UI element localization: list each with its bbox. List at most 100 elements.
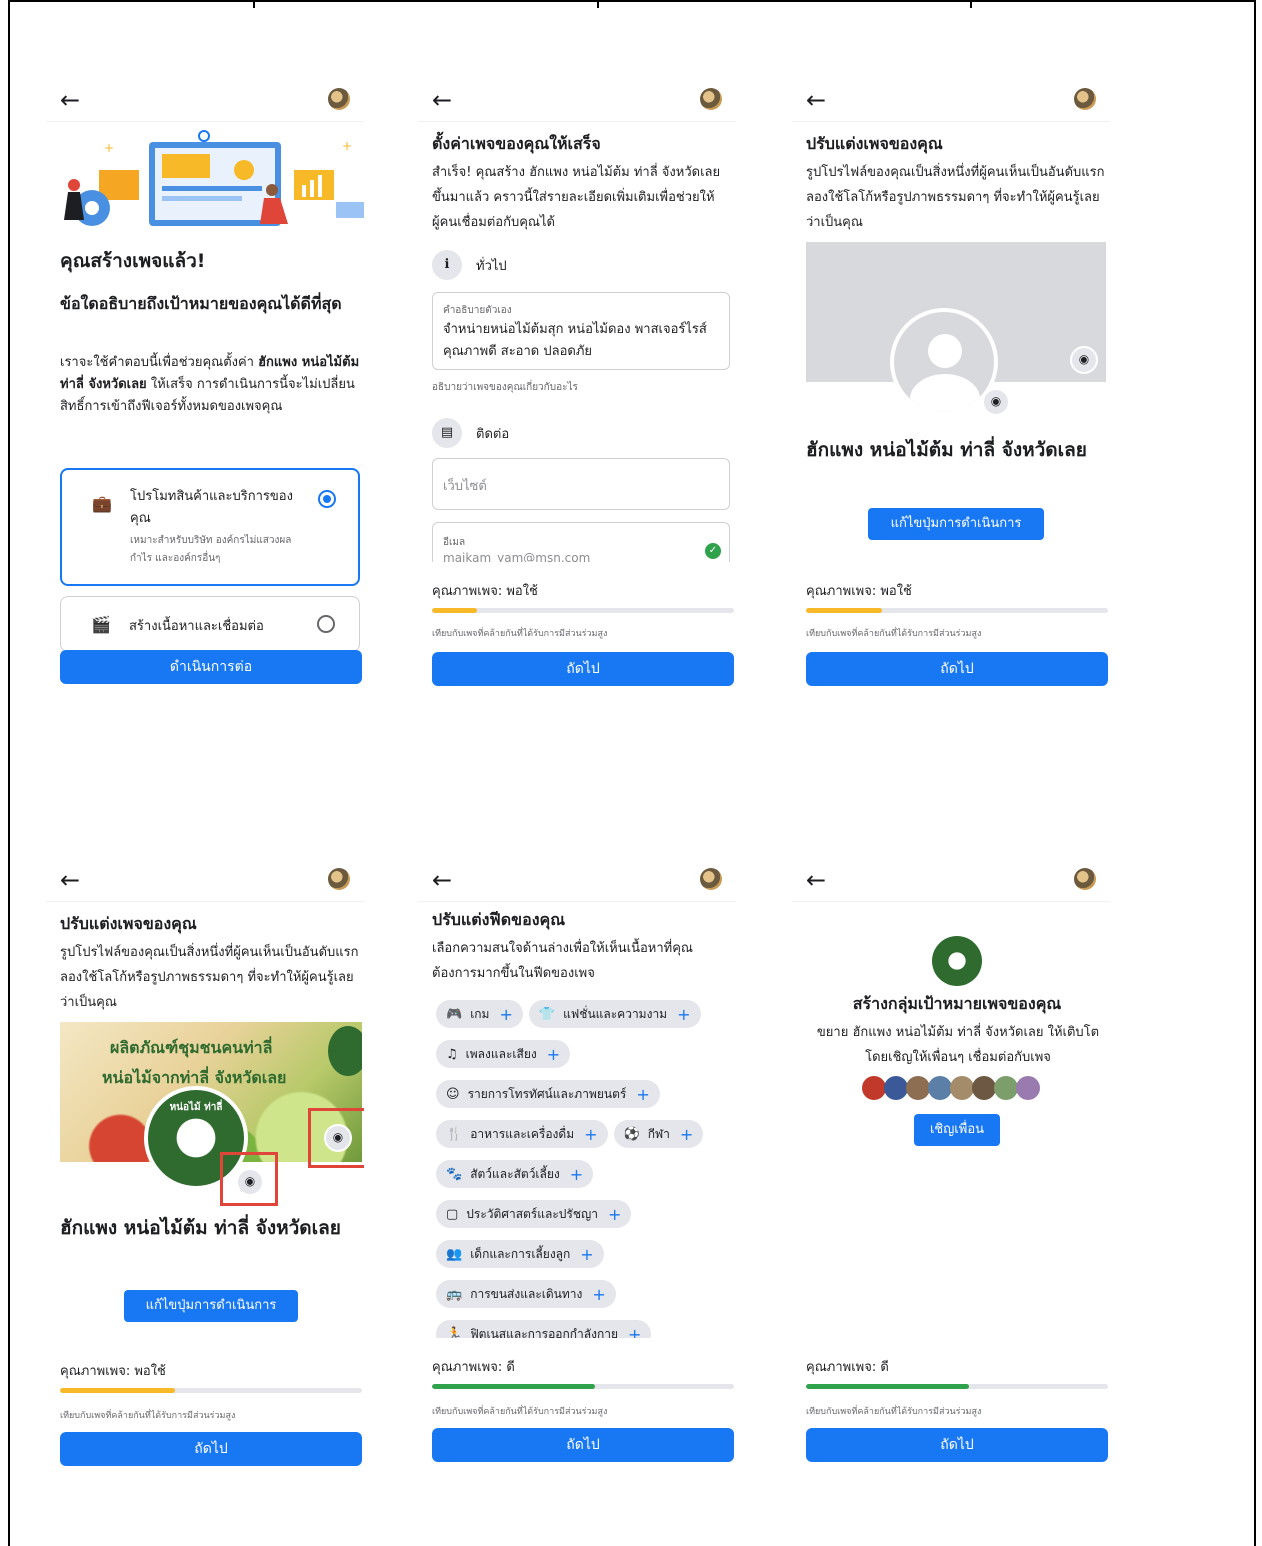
interest-icon: ♫ <box>446 1046 458 1062</box>
section-label: ทั่วไป <box>476 258 507 274</box>
email-label: อีเมล <box>443 537 466 548</box>
profile-avatar[interactable] <box>328 88 350 110</box>
bio-hint: อธิบายว่าเพจของคุณเกี่ยวกับอะไร <box>432 382 578 393</box>
audience-description: ขยาย ฮักแพง หน่อไม้ต้ม ท่าลี่ จังหวัดเลย… <box>816 1025 1100 1065</box>
page-title: ปรับแต่งเพจของคุณ <box>806 134 943 153</box>
interest-chip[interactable]: ☺ รายการโทรทัศน์และภาพยนตร์ + <box>436 1080 660 1108</box>
interest-label: กีฬา <box>647 1126 670 1141</box>
edit-action-button[interactable]: แก้ไขปุ่มการดำเนินการ <box>868 508 1044 540</box>
quality-note: เทียบกับเพจที่คล้ายกันที่ได้รับการมีส่วน… <box>60 1411 236 1421</box>
radio-selected[interactable] <box>318 490 336 508</box>
setup-description: สำเร็จ! คุณสร้าง ฮักแพง หน่อไม้ต้ม ท่าลี… <box>432 165 721 230</box>
cover-camera-icon[interactable]: ◉ <box>324 1124 352 1152</box>
quality-note: เทียบกับเพจที่คล้ายกันที่ได้รับการมีส่วน… <box>432 1407 608 1417</box>
cover-logo-partial <box>328 1026 362 1076</box>
friend-avatar <box>994 1076 1018 1100</box>
top-bar: ← <box>792 862 1110 902</box>
interest-label: สัตว์และสัตว์เลี้ยง <box>470 1166 560 1181</box>
interest-chip[interactable]: 🚌 การขนส่งและเดินทาง + <box>436 1280 616 1308</box>
cover-camera-icon[interactable]: ◉ <box>1070 346 1098 374</box>
option-create-content[interactable]: 🎬 สร้างเนื้อหาและเชื่อมต่อ <box>60 596 360 652</box>
svg-text:+: + <box>104 141 114 155</box>
profile-avatar[interactable] <box>700 868 722 890</box>
website-field[interactable]: เว็บไซต์ <box>432 458 730 510</box>
profile-avatar[interactable] <box>700 88 722 110</box>
interest-icon: 🎮 <box>446 1006 463 1022</box>
continue-button[interactable]: ดำเนินการต่อ <box>60 650 362 684</box>
page-name: ฮักแพง หน่อไม้ต้ม ท่าลี่ จังหวัดเลย <box>806 439 1087 461</box>
page-title: สร้างกลุ่มเป้าหมายเพจของคุณ <box>852 994 1062 1013</box>
interest-chip[interactable]: ▢ ประวัติศาสตร์และปรัชญา + <box>436 1200 632 1228</box>
customize-description: รูปโปรไฟล์ของคุณเป็นสิ่งหนึ่งที่ผู้คนเห็… <box>60 945 359 1010</box>
option-promote[interactable]: 💼 โปรโมทสินค้าและบริการของคุณ เหมาะสำหรั… <box>60 468 360 586</box>
page-title: คุณสร้างเพจแล้ว! <box>60 250 206 272</box>
quality-label: คุณภาพเพจ: พอใช้ <box>60 1364 166 1379</box>
back-arrow-icon[interactable]: ← <box>806 868 826 892</box>
table-divider <box>253 0 255 8</box>
desc-text: เราจะใช้คำตอบนี้เพื่อช่วยคุณตั้งค่า <box>60 355 254 370</box>
quality-fill <box>806 1384 970 1389</box>
table-divider <box>970 0 972 8</box>
interest-chip[interactable]: 👥 เด็กและการเลี้ยงลูก + <box>436 1240 604 1268</box>
next-button[interactable]: ถัดไป <box>432 652 734 686</box>
plus-icon: + <box>584 1124 598 1144</box>
email-value: maikam_yam@msn.com <box>443 551 591 562</box>
top-bar: ← <box>418 82 736 122</box>
next-button[interactable]: ถัดไป <box>806 1428 1108 1462</box>
back-arrow-icon[interactable]: ← <box>806 88 826 112</box>
top-bar: ← <box>46 862 364 902</box>
friend-avatar <box>950 1076 974 1100</box>
interest-label: ประวัติศาสตร์และปรัชญา <box>466 1206 598 1221</box>
back-arrow-icon[interactable]: ← <box>432 868 452 892</box>
interest-chip[interactable]: ♫ เพลงและเสียง + <box>436 1040 571 1068</box>
interest-label: เด็กและการเลี้ยงลูก <box>470 1246 571 1261</box>
screen-build-audience: ← สร้างกลุ่มเป้าหมายเพจของคุณ ขยาย ฮักแพ… <box>792 862 1110 1477</box>
quality-label: คุณภาพเพจ: ดี <box>432 1360 515 1375</box>
interest-chip[interactable]: ⚽ กีฬา + <box>613 1120 704 1148</box>
back-arrow-icon[interactable]: ← <box>60 88 80 112</box>
profile-avatar[interactable] <box>1074 88 1096 110</box>
website-placeholder: เว็บไซต์ <box>443 479 487 494</box>
table-divider <box>597 0 599 8</box>
next-button[interactable]: ถัดไป <box>432 1428 734 1462</box>
invite-friends-button[interactable]: เชิญเพื่อน <box>914 1114 1000 1146</box>
interest-label: ฟิตเนสและการออกกำลังกาย <box>470 1326 619 1339</box>
clapperboard-icon: 🎬 <box>91 615 111 634</box>
quality-label: คุณภาพเพจ: ดี <box>806 1360 889 1375</box>
interest-chip[interactable]: 🏃 ฟิตเนสและการออกกำลังกาย + <box>436 1320 652 1339</box>
interest-chips: 🎮 เกม + 👕 แฟชั่นและความงาม + ♫ เพลงและเสียง + ☺ รา… <box>436 1000 736 1338</box>
profile-camera-icon[interactable]: ◉ <box>982 388 1010 416</box>
logo-text: หน่อไม้ ท่าลี่ <box>169 1102 223 1113</box>
next-button[interactable]: ถัดไป <box>60 1432 362 1466</box>
back-arrow-icon[interactable]: ← <box>60 868 80 892</box>
plus-icon: + <box>628 1324 642 1339</box>
interest-icon: 🐾 <box>446 1166 463 1182</box>
profile-avatar[interactable] <box>1074 868 1096 890</box>
next-button[interactable]: ถัดไป <box>806 652 1108 686</box>
interest-chip[interactable]: 👕 แฟชั่นและความงาม + <box>528 1000 701 1028</box>
bio-field[interactable]: คำอธิบายตัวเอง จำหน่ายหน่อไม้ต้มสุก หน่อ… <box>432 292 730 370</box>
interest-label: เกม <box>470 1006 490 1021</box>
radio-unselected[interactable] <box>317 615 335 633</box>
page-title: ปรับแต่งเพจของคุณ <box>60 914 197 933</box>
goal-question: ข้อใดอธิบายถึงเป้าหมายของคุณได้ดีที่สุด <box>60 294 342 313</box>
interest-icon: 🚌 <box>446 1286 463 1302</box>
interest-chip[interactable]: 🍴 อาหารและเครื่องดื่ม + <box>436 1120 608 1148</box>
edit-action-button[interactable]: แก้ไขปุ่มการดำเนินการ <box>124 1290 298 1322</box>
email-field[interactable]: อีเมล maikam_yam@msn.com ✓ <box>432 522 730 562</box>
profile-avatar[interactable] <box>328 868 350 890</box>
option-title: สร้างเนื้อหาและเชื่อมต่อ <box>129 619 264 634</box>
interest-icon: ⚽ <box>623 1126 640 1142</box>
quality-fill <box>806 608 882 613</box>
profile-camera-icon[interactable]: ◉ <box>236 1168 264 1196</box>
interest-chip[interactable]: 🎮 เกม + <box>436 1000 523 1028</box>
screen-customize-page: ← ปรับแต่งเพจของคุณ รูปโปรไฟล์ของคุณเป็น… <box>792 82 1110 697</box>
interest-chip[interactable]: 🐾 สัตว์และสัตว์เลี้ยง + <box>436 1160 594 1188</box>
back-arrow-icon[interactable]: ← <box>432 88 452 112</box>
customize-description: รูปโปรไฟล์ของคุณเป็นสิ่งหนึ่งที่ผู้คนเห็… <box>806 165 1105 230</box>
interest-icon: ▢ <box>446 1206 459 1222</box>
friend-avatar <box>884 1076 908 1100</box>
quality-label: คุณภาพเพจ: พอใช้ <box>432 584 538 599</box>
quality-fill <box>432 1384 596 1389</box>
bio-value: จำหน่ายหน่อไม้ต้มสุก หน่อไม้ดอง พาสเจอร์… <box>443 322 707 359</box>
